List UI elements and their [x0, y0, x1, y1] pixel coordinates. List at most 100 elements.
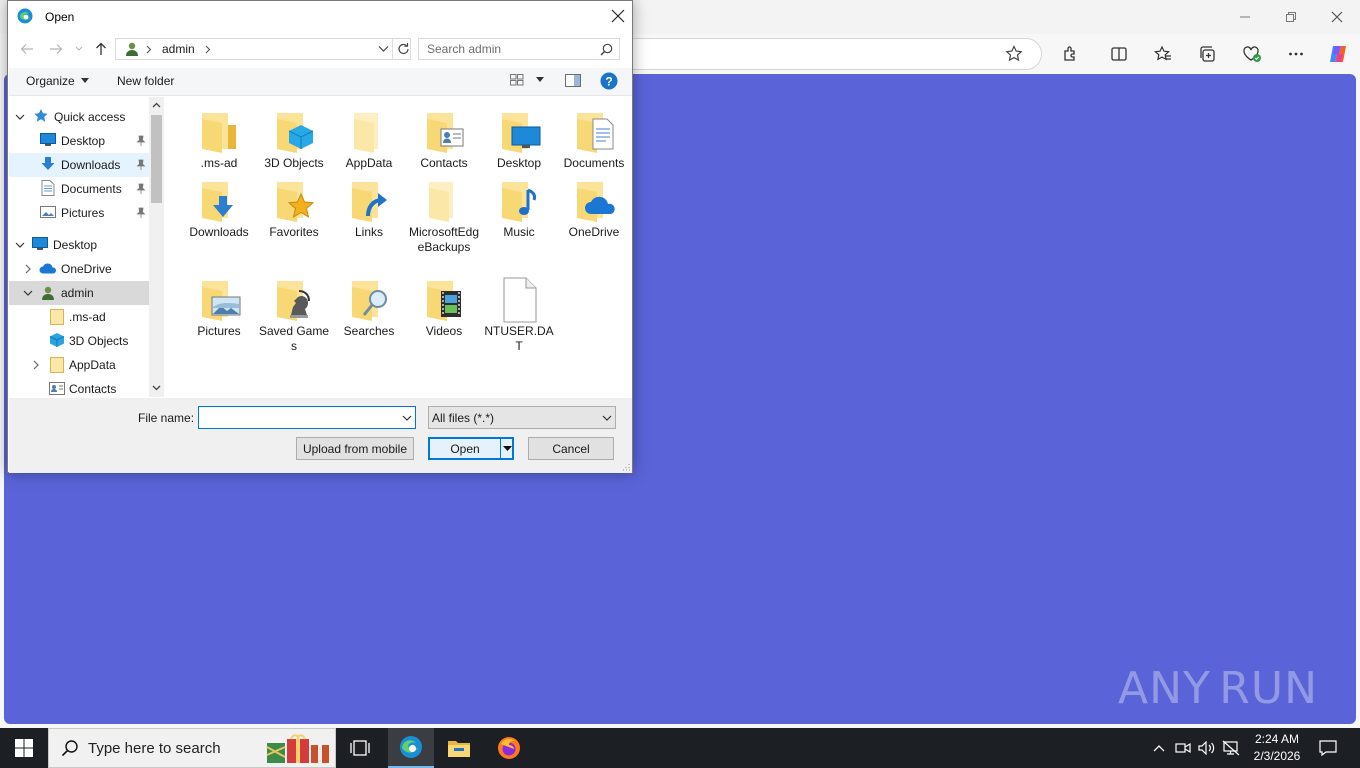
- upload-from-mobile-button[interactable]: Upload from mobile: [296, 437, 414, 460]
- search-input[interactable]: Search admin: [418, 38, 620, 60]
- file-item-appdata[interactable]: AppData: [332, 97, 406, 171]
- notifications-button[interactable]: [1310, 728, 1346, 768]
- file-item-microsoftedgebackups[interactable]: MicrosoftEdgeBackups: [407, 166, 481, 255]
- start-button[interactable]: [0, 728, 48, 768]
- nav-scroll-thumb[interactable]: [151, 115, 162, 203]
- nav-item-pictures[interactable]: Pictures: [9, 201, 149, 225]
- scroll-up-icon[interactable]: [152, 102, 161, 108]
- meet-now-icon[interactable]: [1172, 728, 1194, 768]
- file-item-3d-objects[interactable]: 3D Objects: [257, 97, 331, 171]
- taskbar-edge-button[interactable]: [388, 728, 434, 768]
- file-item-contacts[interactable]: Contacts: [407, 97, 481, 171]
- split-screen-icon[interactable]: [1102, 40, 1136, 68]
- path-segment[interactable]: admin: [162, 42, 195, 56]
- saved-games-folder-icon: [277, 281, 310, 321]
- open-dialog: Open admin Search admin Organize New fol…: [7, 0, 633, 473]
- preview-pane-button[interactable]: [565, 74, 581, 87]
- scroll-down-icon[interactable]: [152, 385, 161, 391]
- refresh-button[interactable]: [397, 42, 410, 56]
- taskbar-search[interactable]: Type here to search: [48, 728, 336, 768]
- address-bar[interactable]: [600, 38, 1042, 70]
- file-name-input[interactable]: [198, 406, 416, 429]
- file-item-desktop[interactable]: Desktop: [482, 97, 556, 171]
- file-item-pictures[interactable]: Pictures: [182, 265, 256, 339]
- nav-item-contacts[interactable]: Contacts: [9, 377, 149, 397]
- nav-item-quick-access[interactable]: Quick access: [9, 105, 149, 129]
- file-item-onedrive[interactable]: OneDrive: [557, 166, 631, 240]
- recent-locations-button[interactable]: [72, 38, 86, 60]
- nav-item-appdata[interactable]: AppData: [9, 353, 149, 377]
- back-button[interactable]: [17, 38, 37, 60]
- minimize-button[interactable]: [1222, 0, 1268, 34]
- refresh-icon: [398, 43, 409, 55]
- chevron-down-icon[interactable]: [15, 112, 25, 122]
- file-item-documents[interactable]: Documents: [557, 97, 631, 171]
- close-icon: [611, 9, 624, 23]
- windows-logo-icon: [15, 739, 33, 757]
- nav-item-documents[interactable]: Documents: [9, 177, 149, 201]
- file-item-searches[interactable]: Searches: [332, 265, 406, 339]
- edge-icon: [400, 736, 422, 758]
- nav-item-desktop-pinned[interactable]: Desktop: [9, 129, 149, 153]
- command-bar: Organize New folder ?: [9, 68, 632, 96]
- favorite-star-icon[interactable]: [1005, 45, 1023, 63]
- favorites-icon[interactable]: [1146, 40, 1180, 68]
- new-folder-button[interactable]: New folder: [117, 74, 174, 88]
- file-label: Pictures: [197, 324, 241, 338]
- task-view-button[interactable]: [338, 728, 382, 768]
- pictures-folder-icon: [202, 281, 241, 321]
- network-icon[interactable]: [1220, 728, 1242, 768]
- file-item-downloads[interactable]: Downloads: [182, 166, 256, 240]
- organize-button[interactable]: Organize: [26, 74, 89, 88]
- open-button[interactable]: Open: [428, 437, 514, 460]
- restore-button[interactable]: [1268, 0, 1314, 34]
- nav-item-downloads[interactable]: Downloads: [9, 153, 149, 177]
- forward-button[interactable]: [46, 38, 66, 60]
- up-button[interactable]: [91, 38, 111, 60]
- help-button[interactable]: ?: [600, 72, 618, 90]
- file-item-music[interactable]: Music: [482, 166, 556, 240]
- extensions-icon[interactable]: [1054, 40, 1088, 68]
- chevron-down-icon: [80, 78, 89, 83]
- path-history-dropdown[interactable]: [378, 45, 389, 53]
- file-item-ntuser-dat[interactable]: NTUSER.DAT: [482, 265, 556, 354]
- more-icon[interactable]: [1279, 40, 1313, 68]
- dialog-close-button[interactable]: [602, 1, 633, 31]
- cancel-button[interactable]: Cancel: [528, 437, 614, 460]
- browser-close-button[interactable]: [1314, 0, 1360, 34]
- copilot-icon[interactable]: [1321, 40, 1355, 68]
- taskbar-firefox-button[interactable]: [487, 728, 531, 768]
- search-icon[interactable]: [600, 43, 613, 56]
- open-dropdown-icon[interactable]: [503, 446, 512, 452]
- chevron-down-icon[interactable]: [402, 415, 412, 422]
- nav-item-onedrive[interactable]: OneDrive: [9, 257, 149, 281]
- chevron-right-icon[interactable]: [31, 360, 41, 370]
- favorites-folder-icon: [277, 182, 315, 222]
- address-path[interactable]: admin: [115, 38, 411, 60]
- show-hidden-icons-button[interactable]: [1148, 728, 1170, 768]
- file-item-favorites[interactable]: Favorites: [257, 166, 331, 240]
- nav-item-ms-ad[interactable]: .ms-ad: [9, 305, 149, 329]
- collections-icon[interactable]: [1191, 40, 1225, 68]
- file-item-ms-ad[interactable]: .ms-ad: [182, 97, 256, 171]
- nav-item-3d-objects[interactable]: 3D Objects: [9, 329, 149, 353]
- nav-item-desktop[interactable]: Desktop: [9, 233, 149, 257]
- chevron-right-icon[interactable]: [23, 264, 33, 274]
- chevron-down-icon[interactable]: [23, 288, 33, 298]
- organize-label: Organize: [26, 74, 75, 88]
- nav-item-admin[interactable]: admin: [9, 281, 149, 305]
- taskbar-file-explorer-button[interactable]: [437, 728, 481, 768]
- resize-grip-icon[interactable]: [620, 461, 630, 471]
- nav-label: Documents: [61, 182, 122, 196]
- change-view-button[interactable]: [510, 74, 544, 86]
- folder-icon: [202, 113, 236, 153]
- performance-icon[interactable]: [1235, 40, 1269, 68]
- file-item-saved-games[interactable]: Saved Games: [257, 265, 331, 354]
- file-item-videos[interactable]: Videos: [407, 265, 481, 339]
- chevron-down-icon[interactable]: [15, 240, 25, 250]
- clock[interactable]: 2:24 AM 2/3/2026: [1246, 731, 1308, 765]
- file-type-select[interactable]: All files (*.*): [428, 406, 616, 429]
- file-item-links[interactable]: Links: [332, 166, 406, 240]
- navigation-pane: Quick access Desktop Downloads Documents…: [9, 97, 166, 397]
- volume-icon[interactable]: [1196, 728, 1218, 768]
